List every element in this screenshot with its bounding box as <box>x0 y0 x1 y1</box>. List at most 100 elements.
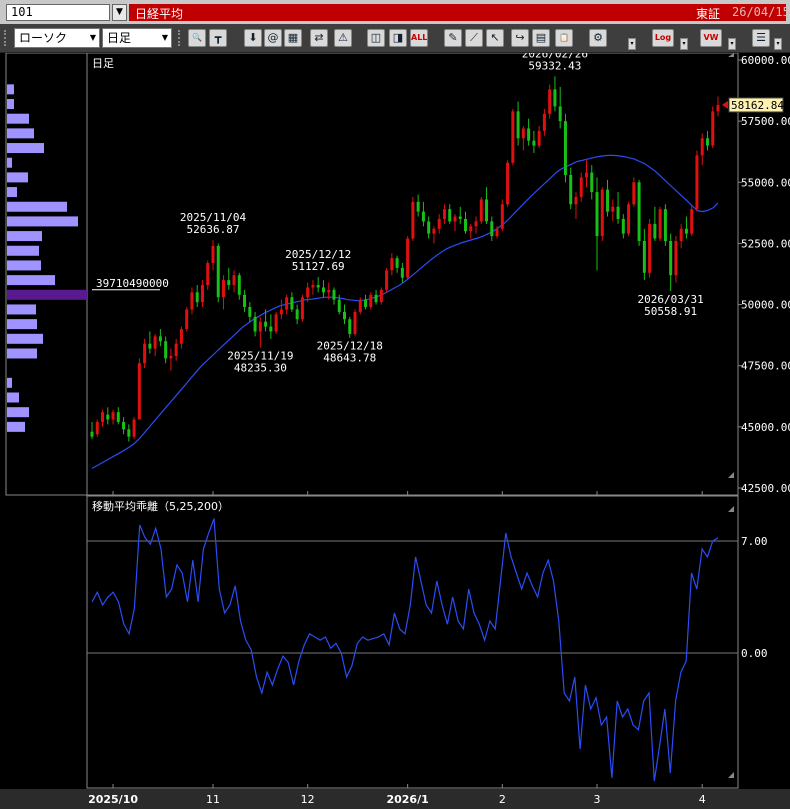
candle-body <box>190 292 194 310</box>
trendline-icon[interactable]: ⟋ <box>465 29 483 47</box>
chevron-down-icon: ▼ <box>89 33 96 42</box>
log-icon[interactable]: Log <box>652 29 674 47</box>
clipboard-icon[interactable]: 📋 <box>555 29 573 47</box>
candle-body <box>690 209 694 234</box>
period-value: 日足 <box>107 31 132 45</box>
volume-profile-bar <box>7 231 42 242</box>
market-label: 東証 <box>696 7 721 21</box>
candle-body <box>274 314 278 332</box>
candle-body <box>437 218 441 229</box>
candle-body <box>369 294 373 308</box>
candle-body <box>548 89 552 114</box>
candle-body <box>679 228 683 241</box>
candle-body <box>374 294 378 303</box>
candle-body <box>427 221 431 234</box>
menu-icon[interactable]: ☰ <box>752 29 770 47</box>
candle-body <box>590 172 594 193</box>
volume-profile-bar <box>7 143 44 154</box>
candle-body <box>185 309 189 330</box>
line-tool-icon[interactable]: ┳ <box>209 29 227 47</box>
volume-profile-bar <box>7 407 29 418</box>
vwap-icon[interactable]: VW <box>700 29 722 47</box>
candle-body <box>211 245 215 263</box>
candle-body <box>521 128 525 139</box>
x-tick-label: 4 <box>699 793 706 806</box>
volume-profile-bar <box>7 421 25 432</box>
candle-body <box>542 113 546 131</box>
candle-icon[interactable]: ◫ <box>367 29 385 47</box>
redo-icon[interactable]: ↪ <box>511 29 529 47</box>
multi-chart-icon[interactable]: ▦ <box>284 29 302 47</box>
oscillator-tick-label: 0.00 <box>741 647 768 660</box>
download-icon[interactable]: ⬇ <box>244 29 262 47</box>
volume-profile-bar <box>7 187 17 198</box>
volume-profile-bar <box>7 260 41 271</box>
candle-alt-icon[interactable]: ◨ <box>389 29 407 47</box>
volume-profile-bar <box>7 289 87 300</box>
candle-body <box>101 412 105 422</box>
candle-body <box>90 431 94 437</box>
candle-body <box>537 130 541 146</box>
candle-body <box>290 297 294 310</box>
candle-body <box>485 199 489 222</box>
y-tick-label: 52500.00 <box>741 237 790 250</box>
candle-body <box>111 412 115 420</box>
candle-body <box>285 297 289 310</box>
toolbar-dropdown-arrow[interactable]: ▾ <box>680 38 688 50</box>
x-tick-label: 2025/10 <box>88 793 138 806</box>
toolbar: ローソク ▼ 日足 ▼ 🔍 ┳ ⬇ @ ▦ ⇄ ⚠ ◫ ◨ ALL ✎ ⟋ ↖ ↪ ▤ 📋 ⚙ Log VW ☰ ▾ ▾ ▾… <box>0 24 790 53</box>
candle-body <box>127 429 131 437</box>
pencil-icon[interactable]: ✎ <box>444 29 462 47</box>
candle-body <box>558 106 562 122</box>
all-icon[interactable]: ALL <box>410 29 428 47</box>
candle-body <box>353 311 357 334</box>
candle-body <box>264 321 268 327</box>
candle-body <box>206 262 210 286</box>
volume-profile-bar <box>7 348 37 359</box>
annotation-value: 52636.87 <box>186 223 239 236</box>
candle-body <box>406 238 410 278</box>
annotation-value: 51127.69 <box>292 260 345 273</box>
candle-body <box>400 267 404 278</box>
candle-body <box>663 209 667 241</box>
chart-background <box>0 53 790 809</box>
settings-icon[interactable]: ⚙ <box>589 29 607 47</box>
candle-body <box>364 299 368 308</box>
candle-body <box>148 343 152 349</box>
zoom-icon[interactable]: @ <box>264 29 282 47</box>
volume-profile-bar <box>7 84 14 95</box>
candle-body <box>316 285 320 288</box>
symbol-code-input[interactable]: 101 <box>6 4 110 21</box>
toolbar-dropdown-arrow[interactable]: ▾ <box>728 38 736 50</box>
volume-profile-bar <box>7 275 55 286</box>
period-select[interactable]: 日足 ▼ <box>102 28 172 48</box>
candle-body <box>122 421 126 430</box>
volume-profile-bar <box>7 245 39 256</box>
warning-icon[interactable]: ⚠ <box>334 29 352 47</box>
x-tick-label: 2 <box>499 793 506 806</box>
toolbar-dropdown-arrow[interactable]: ▾ <box>628 38 636 50</box>
candle-body <box>500 204 504 229</box>
magnify-icon[interactable]: 🔍 <box>188 29 206 47</box>
candle-body <box>295 309 299 320</box>
title-bar: 101 ▼ 日経平均 東証 26/04/15 <box>0 0 790 24</box>
candle-body <box>695 155 699 210</box>
candle-body <box>332 289 336 300</box>
candle-body <box>616 206 620 219</box>
volume-profile-bar <box>7 333 43 344</box>
candle-body <box>506 162 510 205</box>
candle-body <box>584 172 588 178</box>
document-icon[interactable]: ▤ <box>532 29 550 47</box>
candle-body <box>158 336 162 342</box>
toolbar-grip[interactable] <box>178 30 181 46</box>
symbol-dropdown-button[interactable]: ▼ <box>112 4 127 21</box>
chart-type-select[interactable]: ローソク ▼ <box>14 28 100 48</box>
candle-body <box>179 329 183 344</box>
toolbar-grip[interactable] <box>4 30 7 46</box>
candle-body <box>716 104 720 112</box>
compare-icon[interactable]: ⇄ <box>310 29 328 47</box>
candle-body <box>684 228 688 234</box>
cursor-icon[interactable]: ↖ <box>486 29 504 47</box>
candle-body <box>569 174 573 205</box>
toolbar-dropdown-arrow[interactable]: ▾ <box>774 38 782 50</box>
